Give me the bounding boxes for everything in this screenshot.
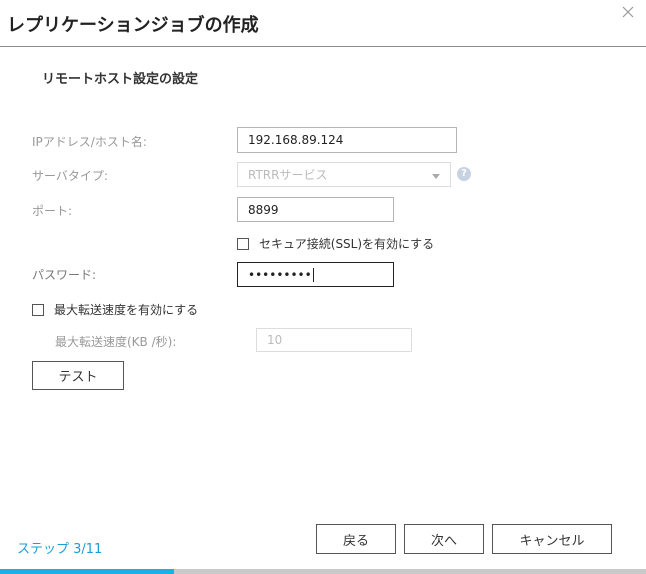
section-title: リモートホスト設定の設定: [42, 72, 199, 87]
step-indicator: ステップ 3/11: [17, 542, 103, 557]
port-input[interactable]: 8899: [237, 197, 394, 222]
max-speed-enable-label: 最大転送速度を有効にする: [54, 303, 199, 317]
max-speed-label: 最大転送速度(KB /秒):: [55, 335, 177, 349]
max-speed-checkbox[interactable]: [32, 303, 44, 316]
host-input[interactable]: 192.168.89.124: [237, 127, 457, 153]
progress-fill: [0, 569, 175, 574]
max-speed-value: 10: [267, 333, 283, 347]
help-icon[interactable]: ?: [457, 167, 471, 181]
port-label: ポート:: [32, 204, 73, 218]
port-value: 8899: [248, 202, 279, 217]
host-value: 192.168.89.124: [248, 133, 344, 147]
password-label: パスワード:: [32, 268, 97, 282]
ssl-label: セキュア接続(SSL)を有効にする: [259, 237, 435, 251]
password-input[interactable]: •••••••••: [237, 262, 394, 287]
ssl-checkbox[interactable]: [237, 237, 249, 250]
server-type-select: RTRRサービス: [237, 162, 451, 187]
dialog-header: レプリケーションジョブの作成: [0, 0, 646, 47]
cancel-button[interactable]: キャンセル: [492, 524, 612, 554]
ssl-checkbox-row[interactable]: セキュア接続(SSL)を有効にする: [237, 235, 434, 252]
server-type-value: RTRRサービス: [248, 168, 328, 182]
test-button[interactable]: テスト: [32, 361, 124, 390]
back-button[interactable]: 戻る: [316, 524, 396, 554]
host-label: IPアドレス/ホスト名:: [32, 135, 147, 149]
text-cursor: [312, 267, 314, 282]
chevron-down-icon: [432, 174, 440, 179]
max-speed-input: 10: [256, 328, 412, 352]
replication-job-dialog: レプリケーションジョブの作成 リモートホスト設定の設定 IPアドレス/ホスト名:…: [0, 0, 646, 574]
password-value: •••••••••: [248, 267, 312, 282]
server-type-label: サーバタイプ:: [32, 169, 108, 183]
next-button[interactable]: 次へ: [404, 524, 484, 554]
dialog-title: レプリケーションジョブの作成: [7, 15, 259, 36]
max-speed-checkbox-row[interactable]: 最大転送速度を有効にする: [32, 301, 198, 318]
close-icon[interactable]: [622, 6, 636, 20]
progress-bar: [0, 569, 646, 574]
